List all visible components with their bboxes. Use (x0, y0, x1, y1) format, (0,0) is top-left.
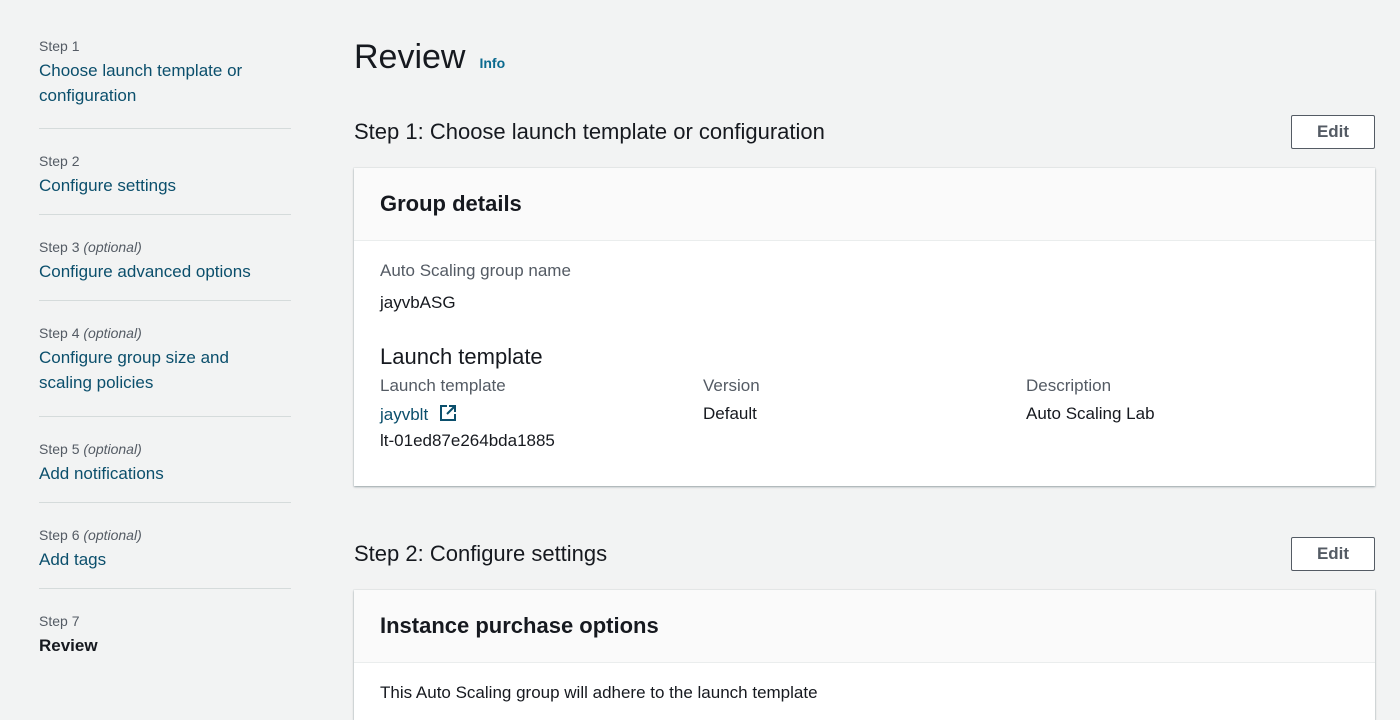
step-divider (39, 214, 291, 215)
info-link[interactable]: Info (479, 55, 505, 71)
instance-purchase-panel: Instance purchase options This Auto Scal… (354, 590, 1375, 720)
description-column: Description Auto Scaling Lab (1026, 376, 1349, 451)
step-7-title-current: Review (39, 636, 98, 655)
step-2-label: Step 2 (39, 153, 80, 169)
version-label: Version (703, 376, 760, 395)
step-7-label: Step 7 (39, 613, 80, 629)
asg-name-value: jayvbASG (380, 293, 456, 312)
launch-template-link-row: jayvblt (380, 404, 703, 427)
panel-title: Group details (354, 168, 1375, 241)
step-4-label: Step 4 (optional) (39, 325, 142, 341)
section-2-title: Step 2: Configure settings (354, 541, 608, 566)
edit-step-1-button[interactable]: Edit (1291, 115, 1375, 149)
group-details-panel: Group details Auto Scaling group name ja… (354, 168, 1375, 486)
step-3-label: Step 3 (optional) (39, 239, 142, 255)
step-5-title[interactable]: Add notifications (39, 461, 291, 486)
edit-step-2-button[interactable]: Edit (1291, 537, 1375, 571)
optional-tag: (optional) (83, 239, 142, 255)
external-link-icon[interactable] (439, 404, 457, 427)
step-5-label: Step 5 (optional) (39, 441, 142, 457)
launch-template-heading: Launch template (380, 344, 543, 369)
launch-template-link[interactable]: jayvblt (380, 405, 428, 424)
asg-name-label: Auto Scaling group name (380, 261, 571, 280)
step-divider (39, 300, 291, 301)
section-1-header: Step 1: Choose launch template or config… (354, 115, 1375, 149)
panel-body: This Auto Scaling group will adhere to t… (354, 663, 1375, 703)
panel-title: Instance purchase options (354, 590, 1375, 663)
step-4-item[interactable]: Step 4 (optional) Configure group size a… (39, 323, 291, 396)
page-header: Review Info (354, 38, 505, 77)
step-6-label: Step 6 (optional) (39, 527, 142, 543)
step-divider (39, 588, 291, 589)
launch-template-label: Launch template (380, 376, 506, 395)
step-divider (39, 416, 291, 417)
optional-tag: (optional) (83, 527, 142, 543)
wizard-steps-nav: Step 1 Choose launch template or configu… (39, 36, 291, 659)
step-3-title[interactable]: Configure advanced options (39, 259, 291, 284)
launch-template-column: Launch template jayvblt lt-01ed87e264bda… (380, 376, 703, 451)
description-label: Description (1026, 376, 1112, 395)
step-divider (39, 128, 291, 129)
optional-tag: (optional) (83, 441, 142, 457)
step-2-item[interactable]: Step 2 Configure settings (39, 151, 291, 199)
launch-template-grid: Launch template jayvblt lt-01ed87e264bda… (380, 376, 1349, 451)
step-1-title[interactable]: Choose launch template or configuration (39, 58, 279, 108)
step-7-item: Step 7 Review (39, 611, 291, 659)
launch-template-id: lt-01ed87e264bda1885 (380, 431, 555, 450)
panel-body: Auto Scaling group name jayvbASG Launch … (354, 241, 1375, 451)
step-1-label: Step 1 (39, 38, 80, 54)
step-6-item[interactable]: Step 6 (optional) Add tags (39, 525, 291, 573)
step-6-title[interactable]: Add tags (39, 547, 291, 572)
section-2-header: Step 2: Configure settings Edit (354, 537, 1375, 571)
section-1-title: Step 1: Choose launch template or config… (354, 119, 825, 144)
description-value: Auto Scaling Lab (1026, 404, 1155, 423)
purchase-options-text: This Auto Scaling group will adhere to t… (380, 683, 818, 702)
step-5-item[interactable]: Step 5 (optional) Add notifications (39, 439, 291, 487)
step-3-item[interactable]: Step 3 (optional) Configure advanced opt… (39, 237, 291, 285)
step-divider (39, 502, 291, 503)
version-value: Default (703, 404, 757, 423)
page-title: Review (354, 38, 466, 76)
step-1-item[interactable]: Step 1 Choose launch template or configu… (39, 36, 291, 111)
step-4-title[interactable]: Configure group size and scaling policie… (39, 345, 259, 395)
version-column: Version Default (703, 376, 1026, 451)
step-2-title[interactable]: Configure settings (39, 173, 291, 198)
optional-tag: (optional) (83, 325, 142, 341)
